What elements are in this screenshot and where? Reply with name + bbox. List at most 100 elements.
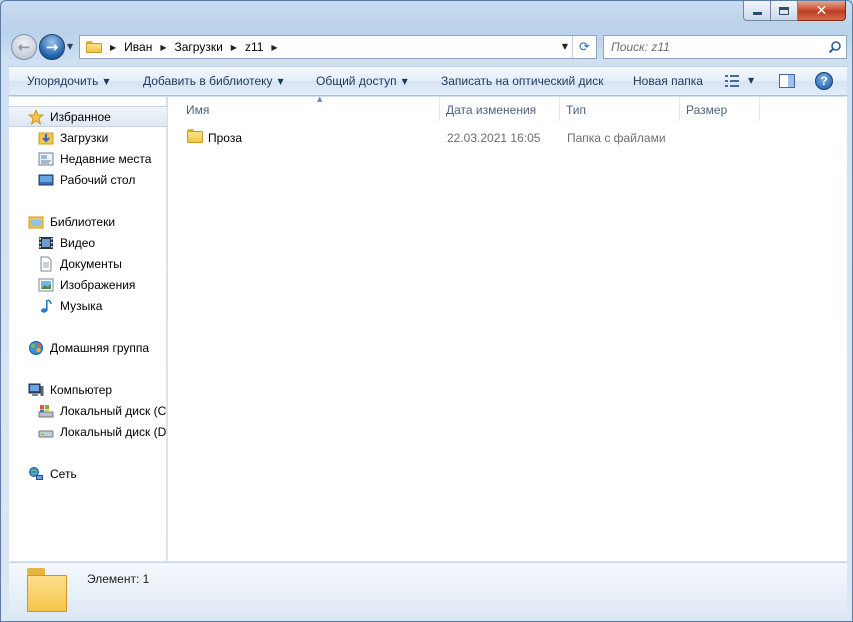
sidebar-item-label: Документы bbox=[60, 256, 122, 271]
libraries-icon bbox=[28, 216, 44, 228]
documents-icon bbox=[40, 256, 52, 271]
sidebar-item-music[interactable]: Музыка bbox=[9, 295, 167, 316]
column-header-date[interactable]: Дата изменения bbox=[440, 97, 560, 121]
close-button[interactable]: ✕ bbox=[798, 1, 846, 21]
explorer-window: ✕ ← → ▼ ▶ Иван ▶ Загрузки ▶ z11 ▶ ▼ ⟳ По… bbox=[0, 0, 853, 622]
column-header-label: Имя bbox=[186, 103, 210, 117]
recent-places-icon bbox=[38, 152, 54, 165]
forward-button[interactable]: → bbox=[39, 34, 65, 60]
sidebar-item-label: Компьютер bbox=[50, 382, 113, 397]
search-input[interactable] bbox=[604, 37, 814, 57]
sidebar-item-label: Локальный диск (C bbox=[60, 403, 167, 418]
sidebar-item-downloads[interactable]: Загрузки bbox=[9, 127, 167, 148]
column-header-size[interactable]: Размер bbox=[680, 97, 760, 121]
file-list: Имя ▲ Дата изменения Тип Размер Проза 22… bbox=[168, 95, 847, 561]
preview-pane-icon[interactable] bbox=[779, 74, 795, 88]
share-button[interactable]: Общий доступ ▼ bbox=[316, 74, 408, 88]
sidebar-item-label: Избранное bbox=[50, 109, 111, 124]
chevron-down-icon: ▼ bbox=[103, 77, 110, 86]
sidebar-item-label: Домашняя группа bbox=[50, 340, 150, 355]
maximize-icon bbox=[779, 6, 789, 15]
breadcrumb-separator[interactable]: ▶ bbox=[231, 43, 237, 52]
hard-drive-icon bbox=[38, 430, 54, 437]
homegroup-icon bbox=[29, 340, 43, 355]
new-folder-button[interactable]: Новая папка bbox=[633, 74, 703, 88]
address-bar[interactable]: ▶ Иван ▶ Загрузки ▶ z11 ▶ ▼ ⟳ bbox=[79, 35, 597, 59]
sidebar-item-libraries[interactable]: Библиотеки bbox=[9, 211, 167, 232]
computer-icon bbox=[28, 383, 44, 396]
column-header-label: Размер bbox=[686, 103, 728, 117]
video-icon bbox=[39, 236, 53, 249]
sidebar-item-label: Загрузки bbox=[60, 130, 109, 145]
caption-buttons: ✕ bbox=[743, 1, 846, 21]
sidebar-item-desktop[interactable]: Рабочий стол bbox=[9, 169, 167, 190]
refresh-icon: ⟳ bbox=[579, 39, 590, 55]
sidebar-item-local-disk-d[interactable]: Локальный диск (D bbox=[9, 421, 167, 442]
add-to-library-label: Добавить в библиотеку bbox=[143, 74, 273, 88]
downloads-folder-icon bbox=[38, 132, 54, 144]
column-header-label: Дата изменения bbox=[446, 103, 537, 117]
sidebar-item-recent-places[interactable]: Недавние места bbox=[9, 148, 167, 169]
breadcrumb-separator[interactable]: ▶ bbox=[271, 43, 277, 52]
close-icon: ✕ bbox=[815, 2, 828, 19]
details-pane: Элемент: 1 bbox=[9, 562, 847, 616]
sidebar-item-label: Недавние места bbox=[60, 151, 152, 166]
chevron-down-icon: ▼ bbox=[401, 77, 408, 86]
view-options-icon[interactable] bbox=[725, 75, 739, 87]
sidebar-item-documents[interactable]: Документы bbox=[9, 253, 167, 274]
network-icon bbox=[29, 466, 43, 480]
burn-button[interactable]: Записать на оптический диск bbox=[441, 74, 604, 88]
folder-icon bbox=[27, 568, 67, 612]
navigation-pane: Избранное Загрузки Недавние места Рабочи… bbox=[9, 97, 167, 561]
refresh-button[interactable]: ⟳ bbox=[572, 36, 596, 58]
sort-ascending-icon: ▲ bbox=[317, 95, 323, 103]
address-history-dropdown[interactable]: ▼ bbox=[562, 42, 568, 51]
sidebar-item-label: Музыка bbox=[60, 298, 103, 313]
sidebar-item-homegroup[interactable]: Домашняя группа bbox=[9, 337, 167, 358]
search-box bbox=[603, 35, 847, 59]
sidebar-item-video[interactable]: Видео bbox=[9, 232, 167, 253]
star-icon bbox=[28, 108, 44, 125]
column-header-name[interactable]: Имя ▲ bbox=[180, 95, 440, 121]
column-header-label: Тип bbox=[566, 103, 587, 117]
chevron-down-icon: ▼ bbox=[277, 77, 284, 86]
minimize-icon bbox=[752, 12, 762, 15]
add-to-library-button[interactable]: Добавить в библиотеку ▼ bbox=[143, 74, 284, 88]
sidebar-item-label: Рабочий стол bbox=[60, 172, 136, 187]
navigation-bar: ← → ▼ ▶ Иван ▶ Загрузки ▶ z11 ▶ ▼ ⟳ bbox=[9, 33, 847, 61]
help-icon[interactable]: ? bbox=[815, 72, 833, 90]
organize-label: Упорядочить bbox=[27, 74, 99, 88]
sidebar-item-network[interactable]: Сеть bbox=[9, 463, 167, 484]
pictures-icon bbox=[38, 278, 54, 291]
sidebar-item-computer[interactable]: Компьютер bbox=[9, 379, 167, 400]
sidebar-item-label: Видео bbox=[60, 235, 96, 250]
sidebar-item-label: Локальный диск (D bbox=[60, 424, 167, 439]
back-button[interactable]: ← bbox=[11, 34, 37, 60]
sidebar-item-pictures[interactable]: Изображения bbox=[9, 274, 167, 295]
sidebar-item-favorites[interactable]: Избранное bbox=[9, 106, 167, 127]
folder-icon bbox=[187, 129, 203, 143]
breadcrumb-z11[interactable]: z11 bbox=[245, 40, 263, 54]
share-label: Общий доступ bbox=[316, 74, 397, 88]
breadcrumb-separator[interactable]: ▶ bbox=[160, 43, 166, 52]
sidebar-item-label: Изображения bbox=[60, 277, 136, 292]
sidebar-item-label: Библиотеки bbox=[50, 214, 116, 229]
maximize-button[interactable] bbox=[771, 1, 798, 21]
breadcrumb-ivan[interactable]: Иван bbox=[124, 40, 152, 54]
folder-icon bbox=[86, 41, 102, 53]
breadcrumb-downloads[interactable]: Загрузки bbox=[174, 40, 222, 54]
breadcrumb-separator[interactable]: ▶ bbox=[110, 43, 116, 52]
organize-button[interactable]: Упорядочить ▼ bbox=[27, 74, 110, 88]
command-bar: Упорядочить ▼ Добавить в библиотеку ▼ Общи… bbox=[9, 66, 847, 96]
minimize-button[interactable] bbox=[743, 1, 771, 21]
sidebar-item-local-disk-c[interactable]: Локальный диск (C bbox=[9, 400, 167, 421]
system-drive-icon bbox=[38, 404, 54, 417]
view-options-dropdown[interactable]: ▼ bbox=[748, 76, 754, 85]
column-header-type[interactable]: Тип bbox=[560, 97, 680, 121]
forward-arrow-icon: → bbox=[45, 38, 59, 56]
sidebar-item-label: Сеть bbox=[50, 466, 77, 481]
search-icon[interactable] bbox=[828, 40, 842, 54]
table-row[interactable]: Проза 22.03.2021 16:05 Папка с файлами bbox=[168, 128, 847, 148]
file-name: Проза bbox=[208, 131, 243, 145]
recent-pages-dropdown[interactable]: ▼ bbox=[67, 42, 73, 51]
